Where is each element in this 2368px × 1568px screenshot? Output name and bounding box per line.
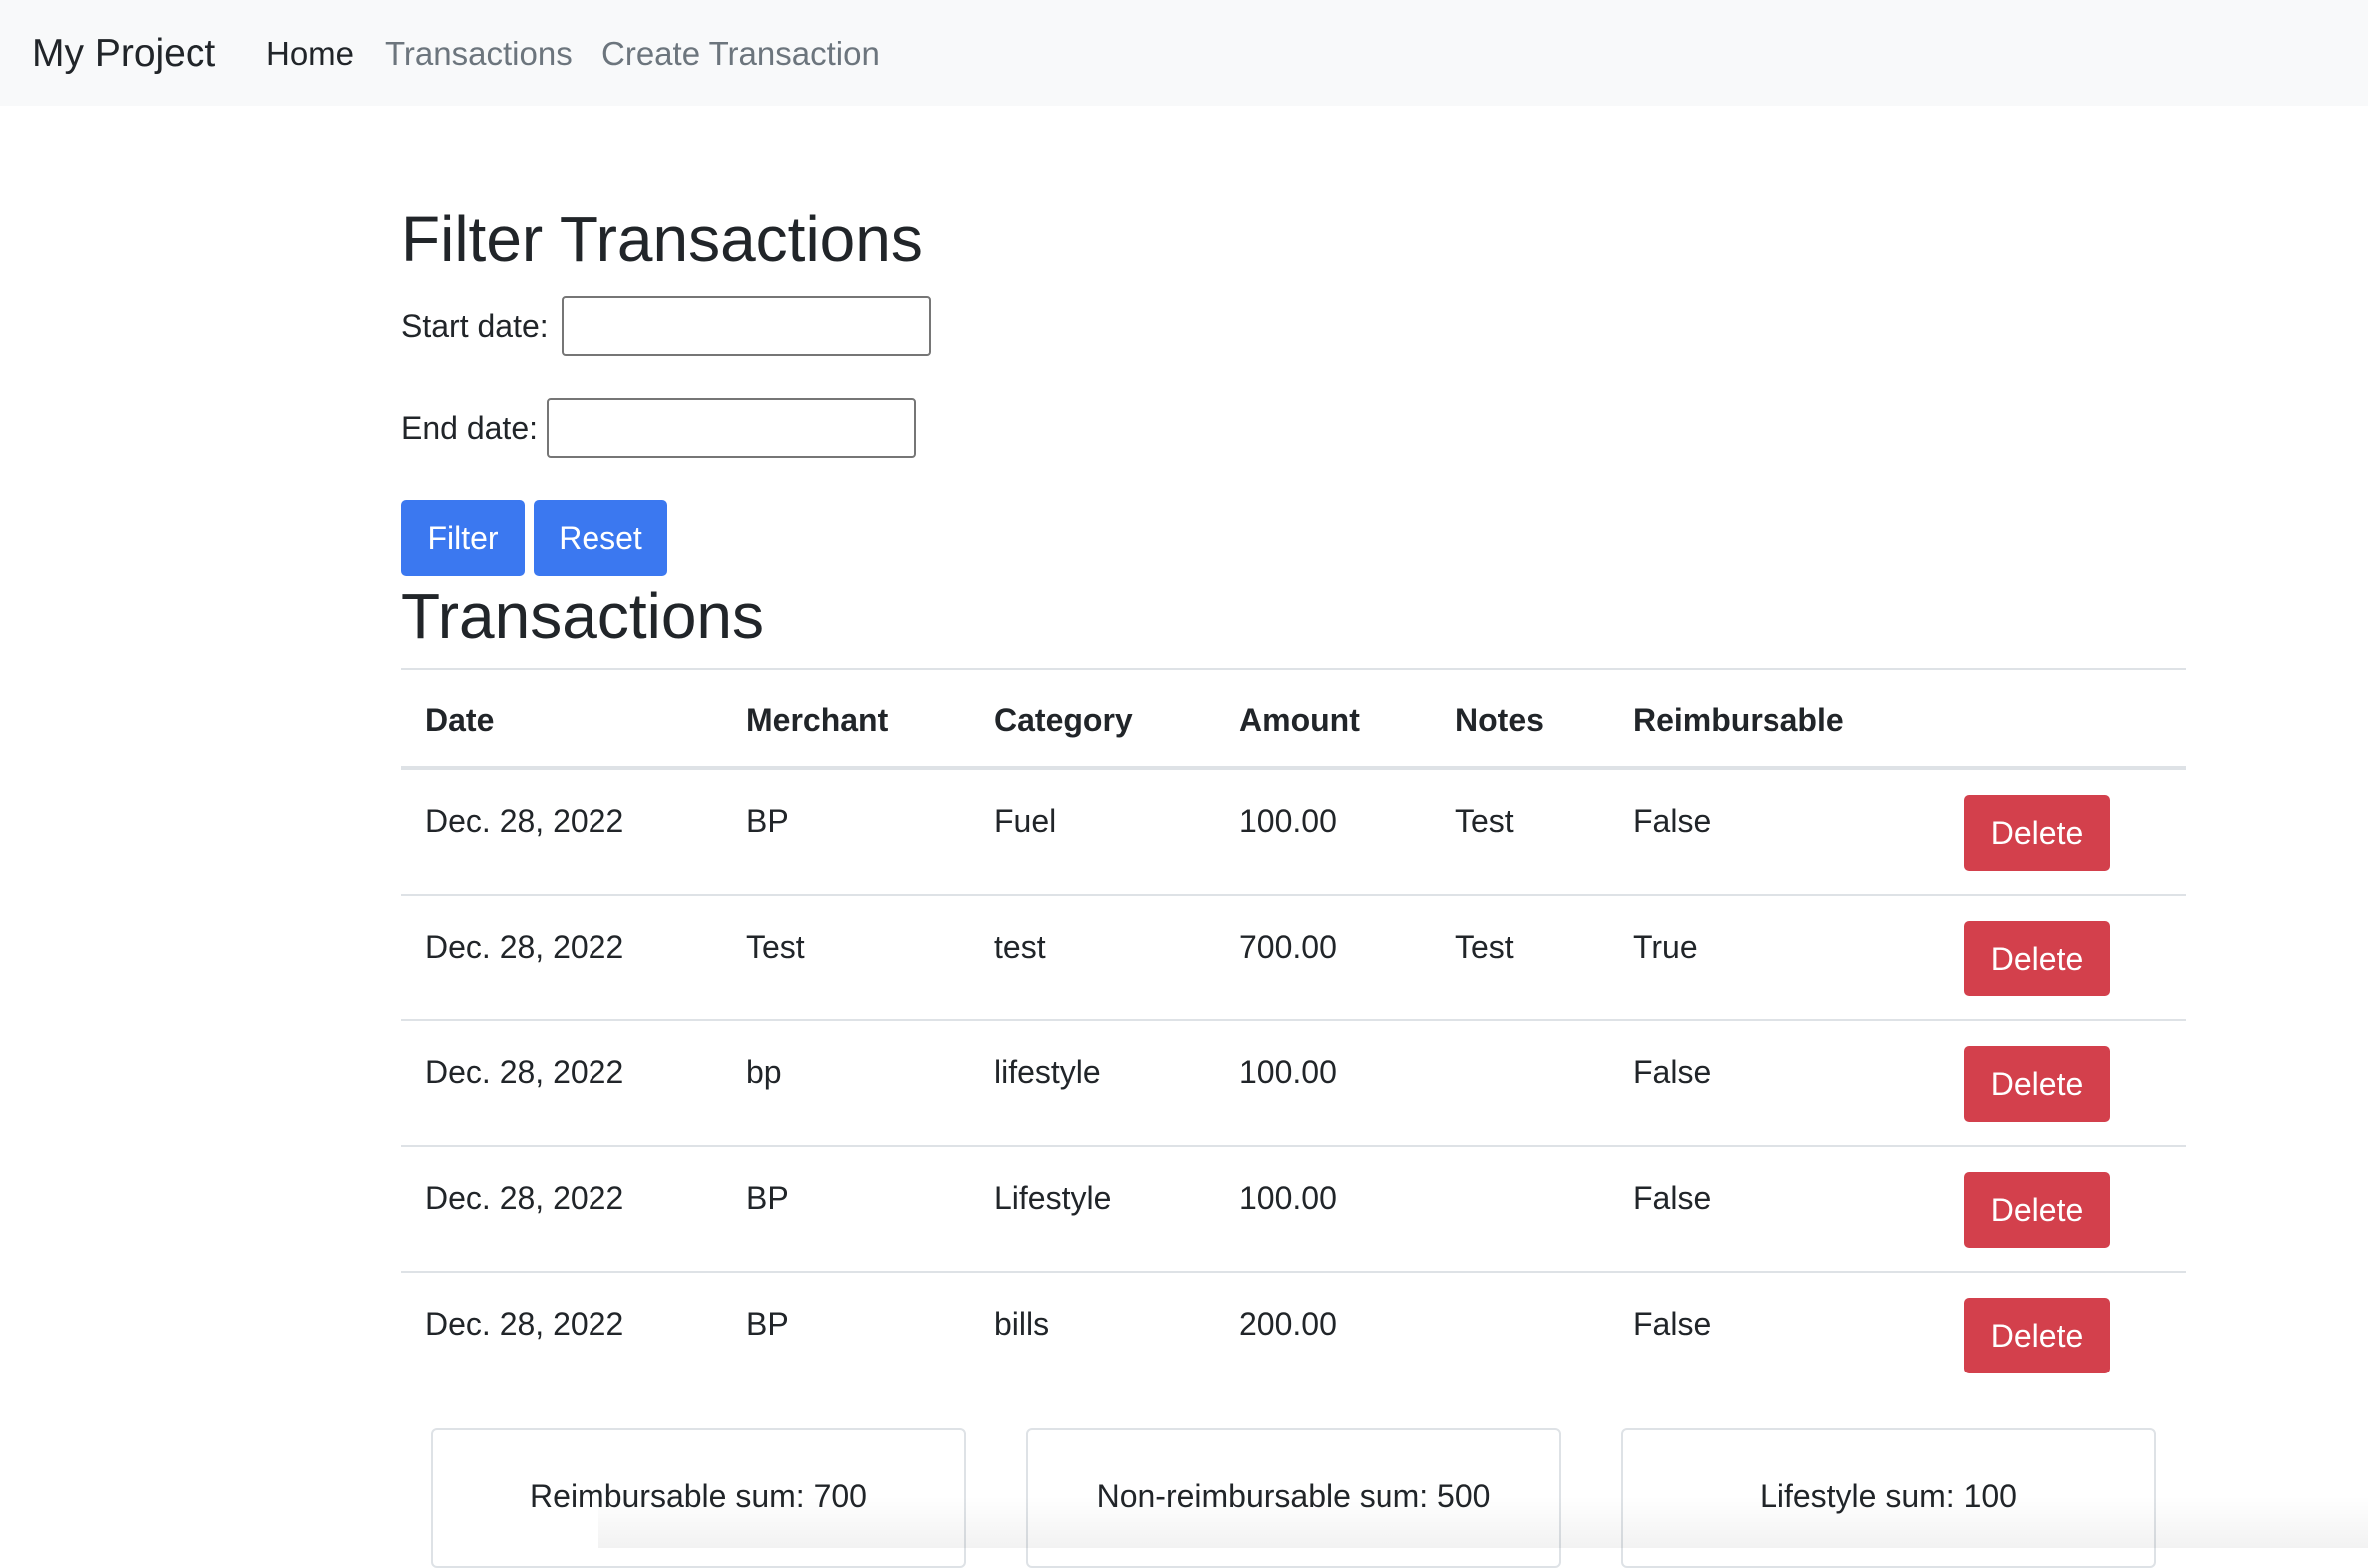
cell-merchant: bp bbox=[746, 1054, 782, 1090]
cell-merchant: BP bbox=[746, 1306, 789, 1342]
cell-date: Dec. 28, 2022 bbox=[425, 803, 624, 839]
table-row: Dec. 28, 2022 BP Fuel 100.00 Test False … bbox=[401, 770, 2186, 896]
column-header-date: Date bbox=[425, 702, 495, 738]
cell-reimbursable: False bbox=[1633, 1054, 1712, 1090]
reimbursable-sum-text: Reimbursable sum: 700 bbox=[530, 1478, 867, 1514]
column-header-reimbursable: Reimbursable bbox=[1633, 702, 1844, 738]
column-header-category: Category bbox=[994, 702, 1133, 738]
cell-amount: 700.00 bbox=[1239, 929, 1337, 965]
cell-reimbursable: False bbox=[1633, 1180, 1712, 1216]
end-date-input[interactable] bbox=[547, 398, 916, 458]
cell-reimbursable: False bbox=[1633, 803, 1712, 839]
navbar-brand[interactable]: My Project bbox=[32, 34, 215, 73]
cell-merchant: Test bbox=[746, 929, 805, 965]
column-header-merchant: Merchant bbox=[746, 702, 889, 738]
filter-title: Filter Transactions bbox=[401, 203, 923, 275]
reset-button[interactable]: Reset bbox=[534, 500, 667, 576]
nav-link-home[interactable]: Home bbox=[266, 37, 354, 70]
cell-reimbursable: True bbox=[1633, 929, 1698, 965]
cell-merchant: BP bbox=[746, 1180, 789, 1216]
non-reimbursable-sum-text: Non-reimbursable sum: 500 bbox=[1096, 1478, 1491, 1514]
transactions-table: Date Merchant Category Amount Notes Reim… bbox=[401, 668, 2186, 1396]
cell-category: bills bbox=[994, 1306, 1050, 1342]
cell-amount: 100.00 bbox=[1239, 803, 1337, 839]
nav-link-transactions[interactable]: Transactions bbox=[385, 37, 573, 70]
cell-date: Dec. 28, 2022 bbox=[425, 1306, 624, 1342]
non-reimbursable-sum-card: Non-reimbursable sum: 500 bbox=[1026, 1428, 1561, 1568]
table-row: Dec. 28, 2022 Test test 700.00 Test True… bbox=[401, 896, 2186, 1021]
lifestyle-sum-text: Lifestyle sum: 100 bbox=[1760, 1478, 2017, 1514]
delete-button[interactable]: Delete bbox=[1964, 795, 2110, 871]
transactions-title: Transactions bbox=[401, 581, 764, 652]
start-date-input[interactable] bbox=[562, 296, 931, 356]
cell-amount: 200.00 bbox=[1239, 1306, 1337, 1342]
cell-notes: Test bbox=[1455, 803, 1514, 839]
nav-link-create-transaction[interactable]: Create Transaction bbox=[601, 37, 880, 70]
delete-button[interactable]: Delete bbox=[1964, 1046, 2110, 1122]
reimbursable-sum-card: Reimbursable sum: 700 bbox=[431, 1428, 966, 1568]
cell-date: Dec. 28, 2022 bbox=[425, 1054, 624, 1090]
cell-amount: 100.00 bbox=[1239, 1180, 1337, 1216]
start-date-label: Start date: bbox=[401, 308, 549, 344]
cell-category: test bbox=[994, 929, 1046, 965]
table-row: Dec. 28, 2022 BP Lifestyle 100.00 False … bbox=[401, 1147, 2186, 1273]
cell-category: lifestyle bbox=[994, 1054, 1101, 1090]
table-row: Dec. 28, 2022 bp lifestyle 100.00 False … bbox=[401, 1021, 2186, 1147]
cell-reimbursable: False bbox=[1633, 1306, 1712, 1342]
column-header-amount: Amount bbox=[1239, 702, 1360, 738]
cell-merchant: BP bbox=[746, 803, 789, 839]
filter-button[interactable]: Filter bbox=[401, 500, 525, 576]
delete-button[interactable]: Delete bbox=[1964, 921, 2110, 996]
cell-notes: Test bbox=[1455, 929, 1514, 965]
end-date-label: End date: bbox=[401, 410, 538, 446]
cell-date: Dec. 28, 2022 bbox=[425, 1180, 624, 1216]
cell-category: Fuel bbox=[994, 803, 1057, 839]
column-header-notes: Notes bbox=[1455, 702, 1544, 738]
delete-button[interactable]: Delete bbox=[1964, 1298, 2110, 1373]
table-row: Dec. 28, 2022 BP bills 200.00 False Dele… bbox=[401, 1273, 2186, 1396]
table-header: Date Merchant Category Amount Notes Reim… bbox=[401, 668, 2186, 770]
navbar: My Project Home Transactions Create Tran… bbox=[0, 0, 2368, 106]
lifestyle-sum-card: Lifestyle sum: 100 bbox=[1621, 1428, 2156, 1568]
cell-amount: 100.00 bbox=[1239, 1054, 1337, 1090]
cell-category: Lifestyle bbox=[994, 1180, 1112, 1216]
delete-button[interactable]: Delete bbox=[1964, 1172, 2110, 1248]
cell-date: Dec. 28, 2022 bbox=[425, 929, 624, 965]
